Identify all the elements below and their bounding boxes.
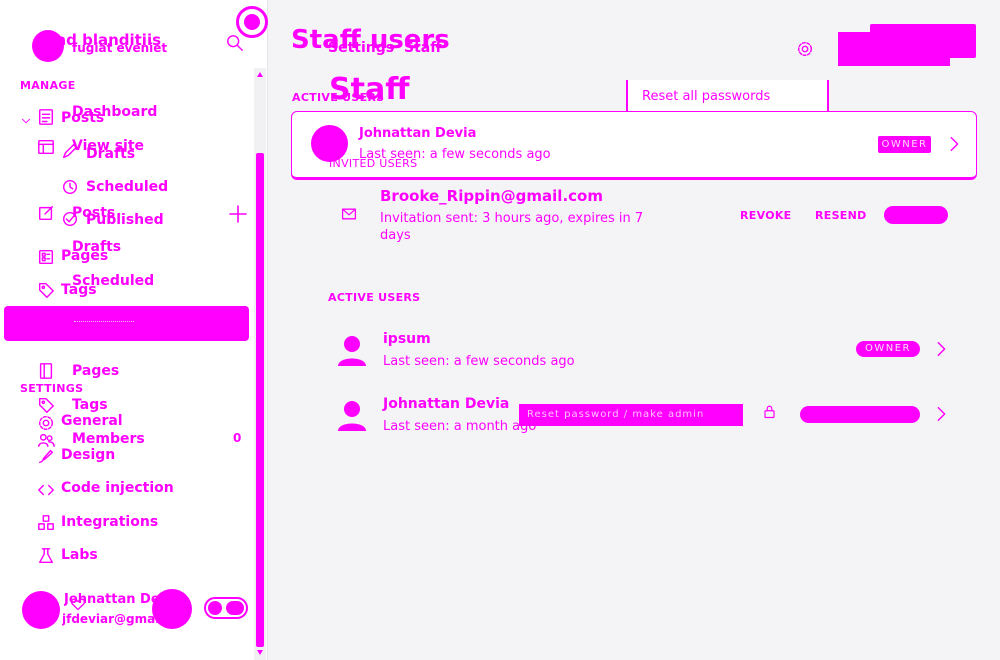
user-email: jfdeviar@gmail.com	[62, 612, 160, 626]
user-name[interactable]: Johnattan Devia	[64, 592, 164, 607]
active-users-label: ACTIVE USERS	[328, 291, 421, 304]
settings-heading: SETTINGS	[20, 382, 84, 395]
nav-active-highlight[interactable]	[4, 306, 249, 341]
nav-code-injection[interactable]: Code injection	[61, 480, 174, 496]
avatar[interactable]	[22, 591, 60, 629]
active-user-name: ipsum	[383, 331, 431, 347]
search-icon[interactable]	[226, 34, 244, 56]
user-avatar-icon	[337, 399, 367, 437]
nav-published[interactable]: Published	[86, 212, 164, 228]
nav-pages[interactable]: Pages	[61, 248, 108, 264]
chevron-right-icon[interactable]	[932, 405, 950, 427]
sidebar: ad blanditiis fugiat eveniet MANAGE Dash…	[0, 0, 268, 660]
check-circle-icon	[61, 210, 79, 232]
invitation-status-line1: Invitation sent: 3 hours ago, expires in…	[380, 211, 644, 226]
reset-all-passwords-item[interactable]: Reset all passwords	[642, 89, 770, 104]
nav-labs[interactable]: Labs	[61, 547, 98, 563]
view-site-icon	[37, 138, 55, 160]
scrollbar-thumb[interactable]	[256, 153, 264, 647]
manage-heading: MANAGE	[20, 79, 76, 92]
nav-general[interactable]: General	[61, 413, 123, 429]
owner-name: Johnattan Devia	[359, 126, 477, 141]
settings-gear-icon[interactable]	[796, 40, 814, 62]
nav-tags-secondary[interactable]: Tags	[72, 397, 108, 413]
lock-icon[interactable]	[762, 404, 777, 423]
nav-integrations[interactable]: Integrations	[61, 514, 158, 530]
resend-button[interactable]: RESEND	[815, 209, 867, 222]
owner-badge: OWNER	[856, 341, 920, 357]
role-pill[interactable]	[800, 406, 920, 423]
members-count: 0	[233, 431, 242, 445]
breadcrumb-separator: ›	[390, 40, 396, 56]
brush-icon	[37, 447, 55, 469]
user-avatar-icon	[337, 334, 367, 372]
add-post-icon[interactable]	[228, 204, 248, 228]
flask-icon	[37, 547, 55, 569]
mail-icon	[341, 206, 357, 226]
nav-scheduled[interactable]: Scheduled	[86, 179, 168, 195]
active-user-last-seen: Last seen: a few seconds ago	[383, 354, 575, 369]
role-pill[interactable]	[884, 206, 948, 224]
pen-icon	[61, 142, 79, 164]
chevron-down-icon[interactable]	[20, 112, 32, 131]
edit-icon	[37, 204, 55, 226]
integrations-icon	[37, 514, 55, 536]
breadcrumb-parent[interactable]: Settings	[328, 40, 394, 56]
notification-dot[interactable]	[236, 6, 268, 38]
pages-icon	[37, 248, 55, 270]
user-actions-tooltip: Reset password / make admin	[519, 404, 743, 426]
night-mode-toggle[interactable]	[204, 597, 248, 619]
code-icon	[37, 481, 55, 503]
nav-posts[interactable]: Posts	[61, 110, 104, 126]
nav-tags[interactable]: Tags	[61, 282, 97, 298]
posts-icon	[37, 108, 55, 130]
chevron-right-icon[interactable]	[932, 340, 950, 362]
tag-icon	[37, 281, 55, 303]
nav-design[interactable]: Design	[61, 447, 115, 463]
invite-people-button-overlay[interactable]	[870, 24, 976, 58]
site-subtitle: fugiat eveniet	[72, 41, 168, 55]
pages-secondary-icon	[37, 362, 55, 384]
clock-icon	[61, 178, 79, 200]
active-user-last-seen: Last seen: a month ago	[383, 419, 537, 434]
invited-users-label: INVITED USERS	[329, 157, 418, 170]
owner-badge: OWNER	[878, 136, 931, 153]
nav-members[interactable]: Members	[72, 431, 145, 447]
invitation-status-line2: days	[380, 228, 411, 243]
chevron-right-icon[interactable]	[945, 135, 963, 157]
tooltip-text: Reset password / make admin	[527, 409, 705, 420]
nav-drafts[interactable]: Drafts	[86, 146, 135, 162]
active-users-label-top: ACTIVE USERS	[292, 91, 385, 104]
revoke-button[interactable]: REVOKE	[740, 209, 792, 222]
breadcrumb-current: Staff	[404, 40, 442, 56]
invited-email: Brooke_Rippin@gmail.com	[380, 187, 603, 205]
help-button[interactable]	[152, 589, 192, 629]
active-user-name: Johnattan Devia	[383, 396, 510, 412]
nav-pages-secondary[interactable]: Pages	[72, 363, 119, 379]
